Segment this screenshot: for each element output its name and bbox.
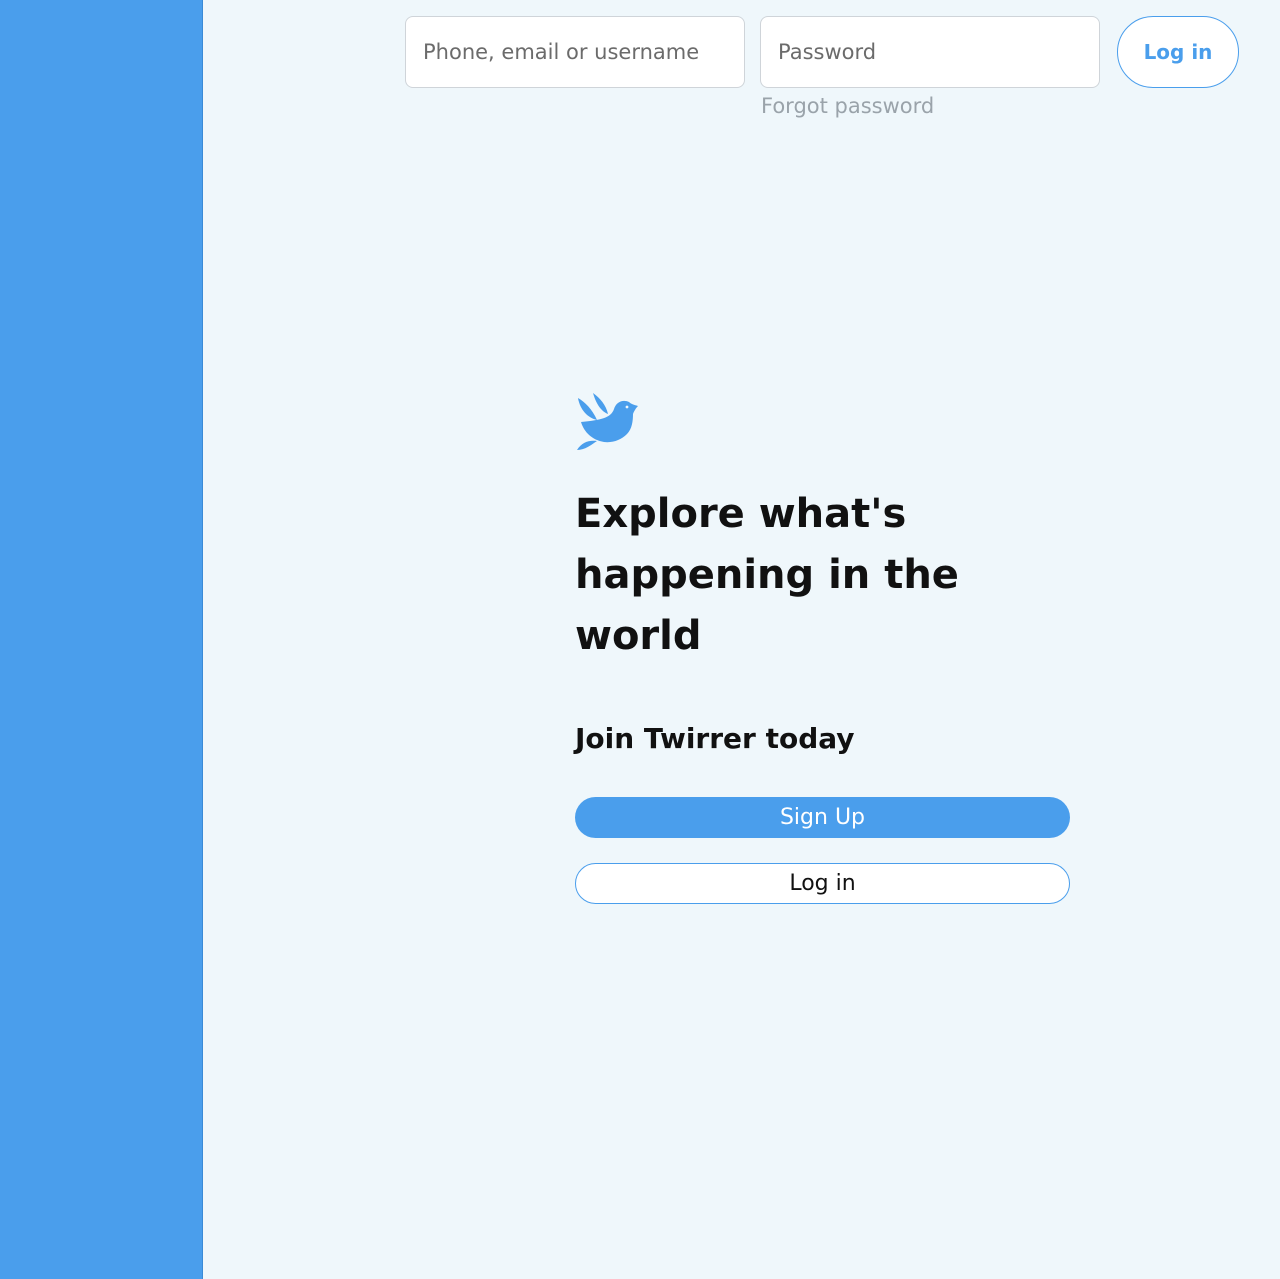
hero-section: Explore what's happening in the world Jo… [575,390,1070,904]
hero-headline: Explore what's happening in the world [575,491,959,659]
forgot-password-link[interactable]: Forgot password [761,94,934,118]
dove-icon [577,393,638,450]
password-input[interactable] [760,16,1100,88]
join-heading: Join Twirrer today [575,722,855,755]
username-input[interactable] [405,16,745,88]
side-panel [0,0,203,1279]
top-login-button[interactable]: Log in [1117,16,1239,88]
top-login-bar: Forgot password Log in [405,16,1280,126]
sign-up-button[interactable]: Sign Up [575,797,1070,838]
login-button[interactable]: Log in [575,863,1070,904]
